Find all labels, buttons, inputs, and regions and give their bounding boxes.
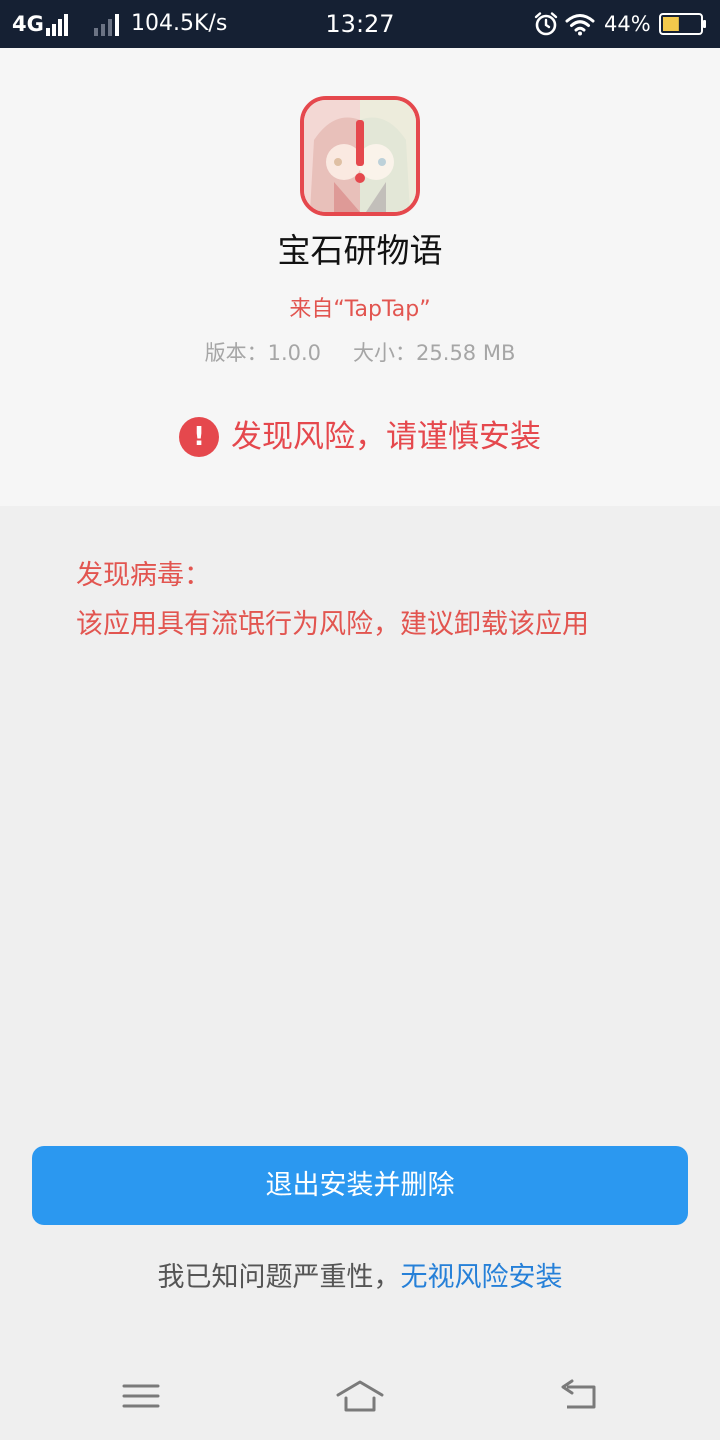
battery-percent: 44% <box>604 12 651 36</box>
wifi-icon <box>565 14 595 36</box>
alarm-icon <box>534 12 558 36</box>
app-source: 来自“TapTap” <box>289 297 431 322</box>
exit-and-delete-button[interactable]: 退出安装并删除 <box>32 1146 688 1225</box>
navigation-bar <box>0 1352 720 1440</box>
battery-icon <box>659 13 706 35</box>
app-icon <box>300 96 420 216</box>
virus-description: 该应用具有流氓行为风险，建议卸载该应用 <box>76 609 589 640</box>
warning-icon: ! <box>179 417 219 457</box>
risk-warning: ! 发现风险，请谨慎安装 <box>0 414 720 460</box>
ignore-risk-row: 我已知问题严重性，无视风险安装 <box>0 1258 720 1298</box>
network-speed: 104.5K/s <box>131 11 228 36</box>
app-size: 大小：25.58 MB <box>353 341 516 365</box>
menu-icon[interactable] <box>116 1378 166 1414</box>
network-type: 4G <box>12 12 44 36</box>
status-bar: 4G 104.5K/s 13:27 44% <box>0 0 720 48</box>
app-version: 版本：1.0.0 <box>204 341 322 365</box>
clock: 13:27 <box>325 10 395 38</box>
app-name: 宝石研物语 <box>277 231 443 270</box>
signal-icon-secondary <box>94 12 124 36</box>
back-icon[interactable] <box>555 1378 605 1414</box>
ignore-prefix: 我已知问题严重性， <box>157 1262 401 1293</box>
virus-title: 发现病毒： <box>76 560 211 591</box>
home-icon[interactable] <box>335 1378 385 1414</box>
app-icon-art <box>304 100 416 212</box>
risk-headline: 发现风险，请谨慎安装 <box>231 419 541 455</box>
signal-icon <box>46 12 70 36</box>
app-info-card: 宝石研物语 来自“TapTap” 版本：1.0.0 大小：25.58 MB ! 发… <box>0 48 720 506</box>
app-meta: 版本：1.0.0 大小：25.58 MB <box>0 338 720 368</box>
ignore-risk-install-link[interactable]: 无视风险安装 <box>401 1262 563 1293</box>
